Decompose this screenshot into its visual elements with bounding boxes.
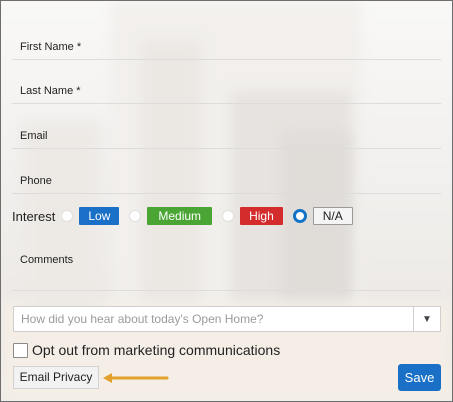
interest-medium-option[interactable]: Medium bbox=[147, 207, 213, 225]
first-name-label: First Name * bbox=[20, 41, 82, 53]
phone-field[interactable]: Phone bbox=[12, 149, 441, 194]
last-name-label: Last Name * bbox=[20, 85, 81, 97]
first-name-field[interactable]: First Name * bbox=[12, 15, 441, 60]
comments-label: Comments bbox=[20, 254, 74, 266]
optout-checkbox[interactable] bbox=[13, 342, 28, 358]
source-placeholder: How did you hear about today's Open Home… bbox=[21, 312, 264, 326]
phone-label: Phone bbox=[20, 175, 52, 187]
arrow-left-icon bbox=[103, 373, 169, 383]
interest-na-option[interactable]: N/A bbox=[312, 207, 353, 225]
interest-medium-radio[interactable] bbox=[129, 210, 142, 222]
optout-row: Opt out from marketing communications bbox=[13, 342, 280, 358]
interest-high-radio[interactable] bbox=[222, 210, 235, 222]
interest-low-radio[interactable] bbox=[61, 210, 74, 222]
interest-low-option[interactable]: Low bbox=[79, 207, 120, 225]
interest-high-option[interactable]: High bbox=[240, 207, 283, 225]
interest-selector: Interest Low Medium High N/A bbox=[12, 206, 363, 226]
email-label: Email bbox=[20, 130, 48, 142]
optout-label: Opt out from marketing communications bbox=[32, 342, 281, 358]
email-privacy-button[interactable]: Email Privacy bbox=[13, 366, 99, 389]
dropdown-caret-icon[interactable]: ▼ bbox=[413, 307, 440, 331]
comments-field[interactable]: Comments bbox=[12, 228, 441, 291]
save-button[interactable]: Save bbox=[398, 364, 441, 391]
last-name-field[interactable]: Last Name * bbox=[12, 59, 441, 104]
form-panel: First Name * Last Name * Email Phone Int… bbox=[0, 0, 453, 402]
interest-label: Interest bbox=[12, 208, 56, 224]
interest-na-radio[interactable] bbox=[292, 209, 307, 223]
open-home-form: First Name * Last Name * Email Phone Int… bbox=[1, 1, 452, 401]
email-field[interactable]: Email bbox=[12, 104, 441, 149]
source-select[interactable]: How did you hear about today's Open Home… bbox=[13, 306, 441, 332]
